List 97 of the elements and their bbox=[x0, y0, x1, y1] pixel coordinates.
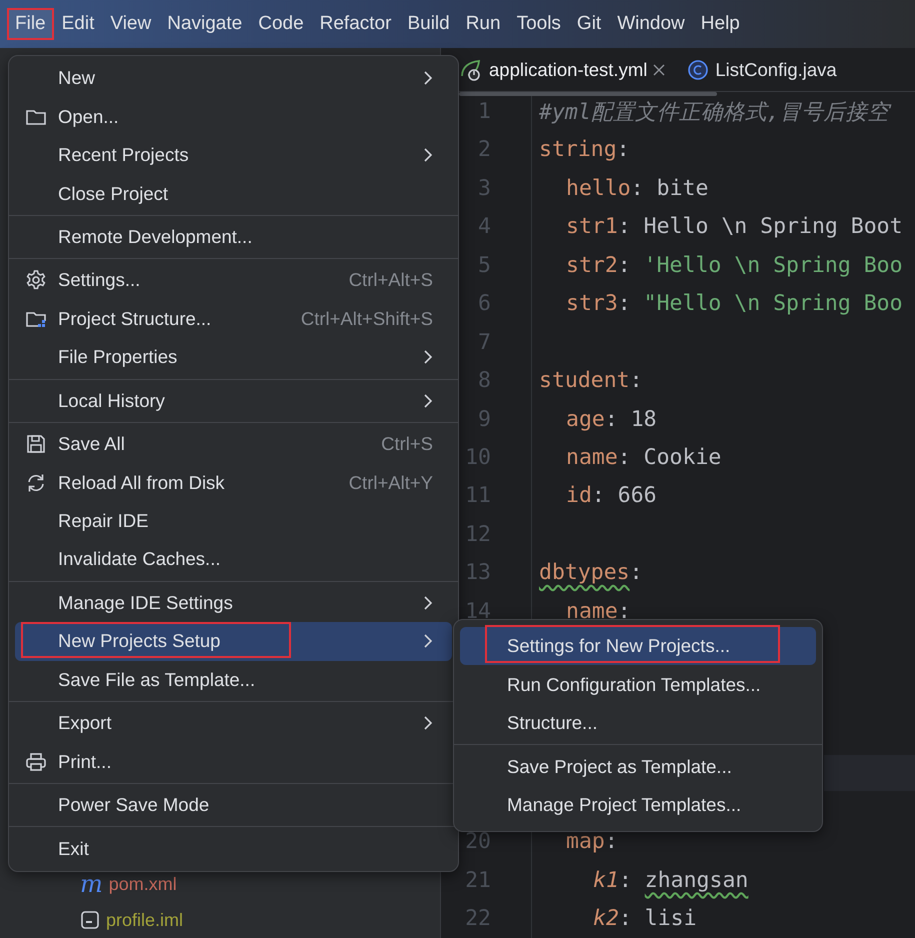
menu-item[interactable]: New bbox=[15, 59, 452, 98]
yaml-value: "Hello \n Spring Boo bbox=[644, 291, 903, 316]
chevron-right-icon bbox=[423, 594, 433, 611]
menu-item[interactable]: File Properties bbox=[15, 338, 452, 376]
punctuation: : bbox=[618, 214, 632, 240]
yaml-value: zhangsan bbox=[644, 868, 748, 893]
yaml-value: lisi bbox=[644, 906, 697, 932]
yaml-key: name bbox=[566, 598, 618, 624]
yaml-value: 'Hello \n Spring Boo bbox=[644, 252, 903, 278]
editor-tab[interactable]: ListConfig.java bbox=[687, 48, 837, 92]
chevron-right-icon bbox=[423, 633, 433, 650]
shortcut-text: Ctrl+Alt+S bbox=[348, 269, 433, 292]
punctuation: : bbox=[630, 176, 645, 201]
menu-item[interactable]: Save Project as Template... bbox=[460, 747, 816, 786]
menu-item[interactable]: Window bbox=[610, 9, 692, 39]
menu-item[interactable]: Settings... Ctrl+Alt+S bbox=[15, 261, 452, 300]
yaml-value: 666 bbox=[618, 483, 657, 508]
yaml-value: Cookie bbox=[644, 444, 722, 470]
yaml-key: id bbox=[566, 483, 592, 508]
punctuation: : bbox=[618, 906, 633, 932]
menu-item[interactable]: Refactor bbox=[312, 9, 398, 39]
menu-item[interactable]: Local History bbox=[15, 382, 452, 420]
file-name[interactable]: pom.xml bbox=[108, 874, 177, 894]
menu-item[interactable]: Repair IDE bbox=[15, 502, 452, 540]
punctuation: : bbox=[592, 483, 606, 508]
punctuation: : bbox=[616, 137, 630, 162]
chevron-right-icon bbox=[423, 349, 433, 366]
printer-icon bbox=[25, 750, 47, 773]
yaml-key: str3 bbox=[566, 291, 618, 316]
editor-tab[interactable]: application-test.yml bbox=[459, 48, 666, 92]
menu-item[interactable]: Code bbox=[251, 9, 311, 39]
yaml-key: age bbox=[566, 406, 605, 432]
shortcut-text: Ctrl+Alt+Y bbox=[348, 472, 433, 494]
menu-item[interactable]: File bbox=[8, 9, 53, 39]
menu-item[interactable]: Print... bbox=[15, 742, 452, 781]
menu-item[interactable]: Structure... bbox=[460, 704, 816, 742]
punctuation: : bbox=[604, 829, 618, 854]
yaml-key: name bbox=[566, 444, 618, 470]
yaml-key: k1 bbox=[593, 868, 619, 893]
menu-item[interactable]: Recent Projects bbox=[15, 136, 452, 174]
menu-item[interactable]: Run bbox=[458, 9, 508, 39]
menu-item[interactable]: Tools bbox=[510, 9, 568, 39]
yaml-value: Hello \n Spring Boot bbox=[644, 214, 903, 240]
menu-item[interactable]: Exit bbox=[15, 829, 452, 868]
menu-item[interactable]: Settings for New Projects... bbox=[460, 627, 816, 666]
punctuation: : bbox=[630, 560, 643, 586]
menu-item[interactable]: Power Save Mode bbox=[15, 786, 452, 824]
menu-item[interactable]: Help bbox=[694, 9, 747, 39]
menu-item[interactable]: New Projects Setup bbox=[15, 622, 452, 661]
menu-item[interactable]: Edit bbox=[54, 9, 102, 39]
chevron-right-icon bbox=[423, 147, 433, 164]
punctuation: : bbox=[618, 598, 631, 624]
menu-item[interactable]: Git bbox=[570, 9, 608, 39]
chevron-right-icon bbox=[423, 392, 433, 409]
punctuation: : bbox=[618, 291, 632, 316]
leaf-icon bbox=[459, 58, 483, 82]
yaml-key: k2 bbox=[593, 906, 619, 932]
yaml-key: string bbox=[539, 137, 617, 162]
menu-item[interactable]: Run Configuration Templates... bbox=[460, 665, 816, 704]
code-comment: #yml配置文件正确格式,冒号后接空 bbox=[539, 100, 890, 126]
shortcut-text: Ctrl+S bbox=[381, 433, 433, 456]
yaml-key: str2 bbox=[566, 252, 618, 278]
punctuation: : bbox=[618, 868, 633, 893]
file-name[interactable]: profile.iml bbox=[106, 910, 184, 930]
yaml-key: student bbox=[539, 368, 630, 394]
yaml-key: hello bbox=[566, 176, 631, 201]
menu-item[interactable]: Open... bbox=[15, 97, 452, 136]
chevron-right-icon bbox=[423, 715, 433, 732]
menu-item[interactable]: Invalidate Caches... bbox=[15, 540, 452, 579]
maven-icon: m bbox=[80, 872, 103, 896]
menu-item[interactable]: Save All Ctrl+S bbox=[15, 424, 452, 464]
gear-icon bbox=[25, 269, 47, 292]
yaml-value: 18 bbox=[630, 406, 657, 432]
yaml-value: bite bbox=[656, 176, 708, 201]
yaml-key: map bbox=[566, 829, 605, 854]
menu-item[interactable]: Manage Project Templates... bbox=[460, 786, 816, 824]
class-icon bbox=[687, 58, 710, 81]
menu-item[interactable]: Reload All from Disk Ctrl+Alt+Y bbox=[15, 463, 452, 502]
file-icon bbox=[80, 910, 100, 930]
yaml-key: dbtypes bbox=[539, 560, 630, 586]
menu-item[interactable]: Close Project bbox=[15, 174, 452, 213]
menu-item[interactable]: Remote Development... bbox=[15, 218, 452, 256]
shortcut-text: Ctrl+Alt+Shift+S bbox=[300, 308, 433, 330]
menu-item[interactable]: Project Structure... Ctrl+Alt+Shift+S bbox=[15, 300, 452, 338]
punctuation: : bbox=[630, 368, 643, 394]
menu-item[interactable]: Navigate bbox=[160, 9, 250, 39]
menu-item[interactable]: Save File as Template... bbox=[15, 660, 452, 699]
menu-item[interactable]: Manage IDE Settings bbox=[15, 584, 452, 622]
chevron-right-icon bbox=[423, 70, 433, 86]
menu-item[interactable]: Build bbox=[400, 9, 457, 39]
yaml-key: str1 bbox=[566, 214, 618, 240]
close-icon[interactable] bbox=[653, 64, 666, 76]
punctuation: : bbox=[618, 444, 632, 470]
punctuation: : bbox=[604, 406, 619, 432]
punctuation: : bbox=[618, 252, 632, 278]
menu-item[interactable]: View bbox=[103, 9, 158, 39]
menu-item[interactable]: Export bbox=[15, 704, 452, 742]
